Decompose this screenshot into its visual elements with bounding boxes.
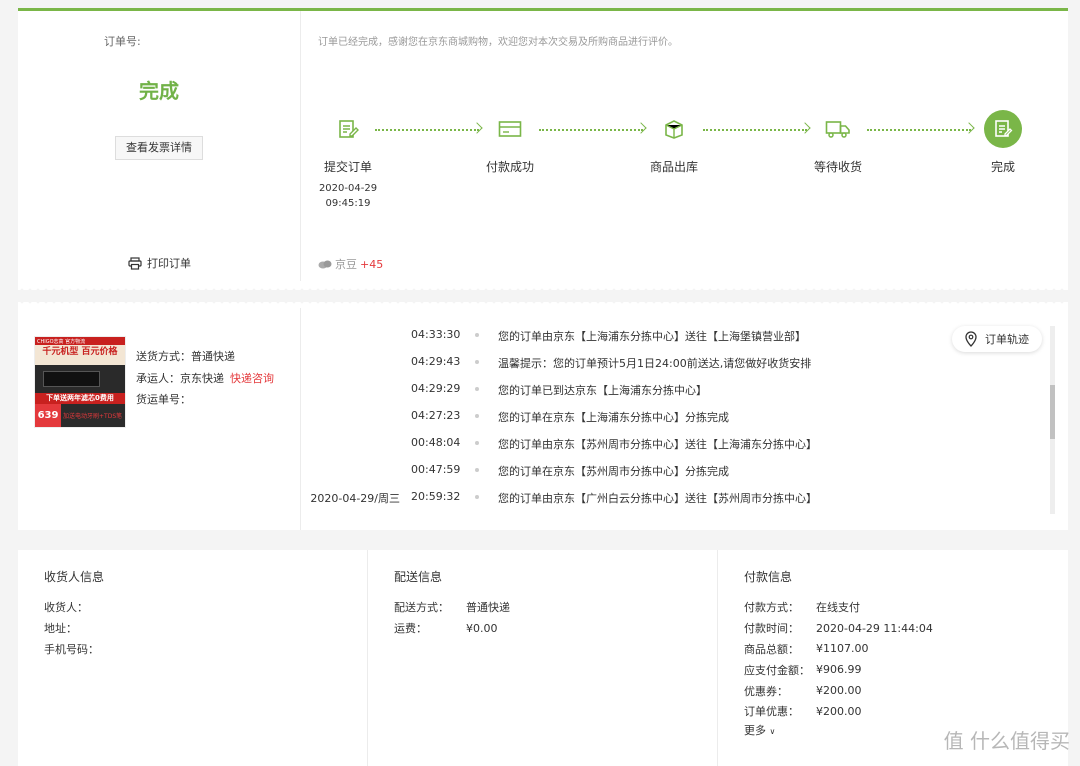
info-row: 配送方式： 普通快递: [394, 601, 510, 615]
progress-dots: [867, 129, 971, 131]
tracking-timeline: 04:33:30 您的订单由京东【上海浦东分拣中心】送往【上海堡镇营业部】 04:…: [310, 324, 1058, 513]
timeline-row: 2020-04-29/周三 20:59:32 您的订单由京东【广州白云分拣中心】送往…: [310, 490, 817, 505]
info-row: 应支付金额： ¥906.99: [744, 663, 862, 677]
info-row: 订单优惠： ¥200.00: [744, 704, 862, 719]
step-label: 商品出库: [649, 160, 698, 174]
order-track-label: 订单轨迹: [985, 333, 1029, 346]
watermark-text: 值 什么值得买: [943, 729, 1070, 753]
product-headline: 千元机型 百元价格: [35, 345, 125, 359]
timeline-row: 04:27:23 您的订单在京东【上海浦东分拣中心】分拣完成: [411, 409, 729, 424]
receiver-info: 收货人信息 收货人： 地址： 手机号码：: [44, 568, 116, 659]
watermark: 值 什么值得买: [944, 725, 1070, 754]
step-complete: 完成: [958, 110, 1048, 175]
timeline-row: 00:48:04 您的订单由京东【苏州周市分拣中心】送往【上海浦东分拣中心】: [411, 436, 817, 451]
logistics-card: CHIGO志高 官方物流 千元机型 百元价格 下单送两年滤芯0费用 639 加送…: [18, 302, 1068, 530]
timeline-row: 04:33:30 您的订单由京东【上海浦东分拣中心】送往【上海堡镇营业部】: [411, 328, 806, 343]
progress-dots: [703, 129, 807, 131]
complete-check-icon: [984, 110, 1022, 148]
timeline-row: 04:29:29 您的订单已到达京东【上海浦东分拣中心】: [411, 382, 707, 397]
view-invoice-button[interactable]: 查看发票详情: [115, 136, 203, 160]
timeline-row: 00:47:59 您的订单在京东【苏州周市分拣中心】分拣完成: [411, 463, 729, 478]
order-number-label: 订单号:: [104, 35, 141, 48]
info-row: 付款时间： 2020-04-29 11:44:04: [744, 621, 933, 636]
receiver-title: 收货人信息: [44, 570, 105, 584]
zigzag-edge: [18, 284, 1068, 290]
tracking-number-row: 货运单号：: [136, 393, 191, 406]
info-row: 地址：: [44, 622, 77, 636]
divider: [367, 550, 368, 766]
product-price: 639: [35, 404, 61, 427]
jingdou-label: 京豆: [335, 258, 357, 271]
product-promo-band: 下单送两年滤芯0费用: [35, 393, 125, 404]
warehouse-box-icon: [655, 110, 693, 148]
order-state: 完成: [139, 79, 179, 103]
carrier-row: 承运人：京东快递 快递咨询: [136, 371, 274, 385]
truck-icon: [819, 110, 857, 148]
edit-document-icon: [329, 110, 367, 148]
info-row: 优惠券： ¥200.00: [744, 684, 862, 698]
step-payment-success: 付款成功: [465, 110, 555, 175]
step-label: 提交订单: [323, 160, 372, 174]
printer-icon: [128, 256, 142, 270]
info-row: 手机号码：: [44, 642, 99, 656]
more-link[interactable]: 更多 ∨: [744, 722, 933, 738]
step-label: 付款成功: [485, 160, 534, 174]
payment-title: 付款信息: [744, 570, 793, 584]
payment-info: 付款信息 付款方式： 在线支付 付款时间： 2020-04-29 11:44:04 …: [744, 568, 933, 738]
delivery-title: 配送信息: [394, 570, 443, 584]
product-brand-text: CHIGO志高 官方物流: [35, 337, 125, 345]
zigzag-edge: [18, 302, 1068, 308]
info-row: 收货人：: [44, 601, 88, 615]
chevron-down-icon: ∨: [769, 726, 776, 736]
print-order-link[interactable]: 打印订单: [128, 255, 191, 271]
divider: [300, 308, 301, 530]
step-label: 等待收货: [813, 160, 862, 174]
step-goods-out: 商品出库: [629, 110, 719, 175]
step-label: 完成: [990, 160, 1015, 174]
info-row: 付款方式： 在线支付: [744, 601, 860, 615]
progress-dots: [375, 129, 479, 131]
jingdou-value: +45: [360, 257, 384, 271]
delivery-info: 配送信息 配送方式： 普通快递 运费： ¥0.00: [394, 568, 510, 639]
scrollbar-thumb[interactable]: [1050, 385, 1055, 439]
divider: [300, 11, 301, 281]
thanks-message: 订单已经完成，感谢您在京东商城购物，欢迎您对本次交易及所购商品进行评价。: [318, 37, 678, 48]
product-gift: 加送电动牙刷+TDS笔: [61, 404, 125, 427]
jingdou-icon: [318, 260, 332, 269]
courier-consult-link[interactable]: 快递咨询: [230, 372, 274, 385]
payment-card-icon: [491, 110, 529, 148]
progress-dots: [539, 129, 643, 131]
step-submit-order: 提交订单 2020-04-29 09:45:19: [303, 110, 393, 211]
location-pin-icon: [965, 331, 977, 347]
ship-method-row: 送货方式：普通快递: [136, 350, 235, 363]
print-order-label: 打印订单: [147, 257, 191, 270]
info-row: 运费： ¥0.00: [394, 621, 498, 636]
product-thumbnail[interactable]: CHIGO志高 官方物流 千元机型 百元价格 下单送两年滤芯0费用 639 加送…: [34, 336, 126, 428]
order-status-card: 订单号: 完成 查看发票详情 打印订单 订单已经完成，感谢您在京东商城购物，欢迎…: [18, 8, 1068, 290]
divider: [717, 550, 718, 766]
order-info-card: 收货人信息 收货人： 地址： 手机号码： 配送信息 配送方式： 普通快递 运费： ¥…: [18, 550, 1068, 766]
jingdou-reward: 京豆 +45: [318, 256, 383, 272]
step-waiting-receipt: 等待收货: [793, 110, 883, 175]
timeline-row: 04:29:43 温馨提示：您的订单预计5月1日24:00前送达,请您做好收货安排: [411, 355, 812, 370]
order-track-button[interactable]: 订单轨迹: [952, 326, 1042, 352]
info-row: 商品总额： ¥1107.00: [744, 642, 869, 656]
product-photo: [35, 365, 125, 393]
shipping-info: 送货方式：普通快递 承运人：京东快递 快递咨询 货运单号：: [136, 346, 274, 411]
step-time: 2020-04-29 09:45:19: [318, 183, 378, 209]
